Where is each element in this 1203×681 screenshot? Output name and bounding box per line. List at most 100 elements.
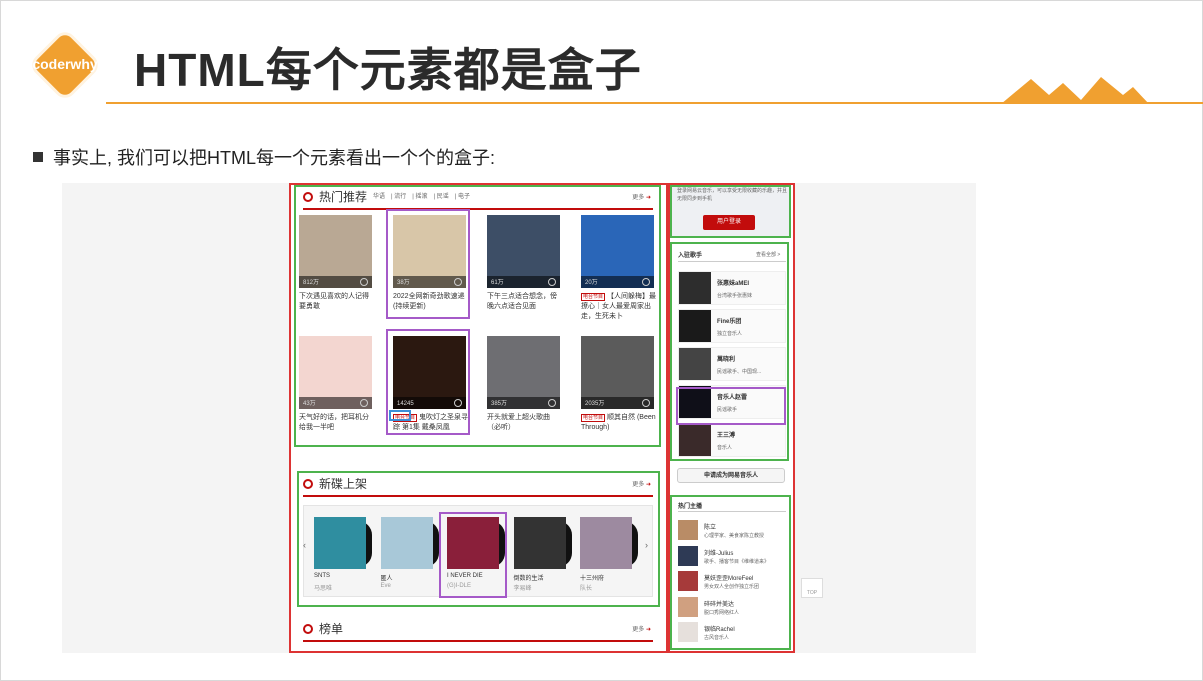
playlist-caption[interactable]: 天气好的话，把耳机分给我一半吧	[299, 413, 374, 433]
charts-more-link[interactable]: 更多 ➜	[632, 624, 651, 633]
play-icon[interactable]	[642, 399, 650, 407]
playlist-cover[interactable]: 2035万	[581, 336, 654, 409]
tab-minyao[interactable]: 民谣	[437, 194, 449, 200]
singers-more-link[interactable]: 查看全部 >	[756, 251, 780, 258]
album-title[interactable]: SNTS	[314, 573, 330, 579]
play-icon[interactable]	[548, 399, 556, 407]
hot-more-link[interactable]: 更多 ➜	[632, 192, 651, 201]
hot-tabs: 华语 | 流行 | 摇滚 | 民谣 | 电子	[373, 194, 471, 200]
play-icon[interactable]	[642, 278, 650, 286]
anchor-avatar[interactable]	[678, 571, 698, 591]
anchor-avatar[interactable]	[678, 622, 698, 642]
playlist-cover[interactable]: 20万	[581, 215, 654, 288]
singer-name[interactable]: 王三溥	[717, 430, 735, 439]
playlist-cover[interactable]: 385万	[487, 336, 560, 409]
singer-avatar[interactable]	[679, 272, 711, 304]
album-artist[interactable]: 队长	[580, 583, 592, 592]
playlist-caption[interactable]: 电台节目 顺其自然 (Been Through)	[581, 413, 656, 433]
charts-more-label: 更多	[632, 627, 645, 633]
album-title[interactable]: 匿人	[381, 573, 393, 582]
album-title[interactable]: 倒数的生活	[514, 573, 544, 582]
album-art[interactable]	[314, 517, 366, 569]
new-albums-header: 新碟上架 更多 ➜	[303, 475, 653, 497]
playlist-caption[interactable]: 开头就爱上超火歌曲（必听）	[487, 413, 562, 433]
album-art[interactable]	[513, 517, 566, 569]
anchor-name[interactable]: 银临Rachel	[704, 624, 735, 633]
login-button[interactable]: 用户登录	[703, 215, 755, 230]
anchor-item[interactable]: 陈立 心理学家、美食家陈立教授	[678, 520, 788, 542]
anchor-item[interactable]: 碎碎并美达 脱口秀网络红人	[678, 596, 788, 619]
singer-name[interactable]: Fine乐团	[717, 316, 741, 325]
singer-item[interactable]: Fine乐团 独立音乐人	[678, 309, 786, 343]
charts-header: 榜单 更多 ➜	[303, 620, 653, 642]
playlist-caption[interactable]: 电台节目 【人间躲梅】最撩心｜女人最爱周家出走，生死未卜	[581, 292, 656, 322]
playlist-title: 开头就爱上超火歌曲（必听）	[487, 414, 550, 431]
album-artist[interactable]: Eve	[381, 583, 391, 589]
new-albums-more-link[interactable]: 更多 ➜	[632, 479, 651, 488]
play-count: 61万	[491, 280, 504, 286]
apply-musician-button[interactable]: 申请成为网易音乐人	[677, 468, 785, 483]
back-to-top-button[interactable]: TOP	[801, 578, 823, 598]
singer-avatar[interactable]	[679, 348, 711, 380]
anchor-desc: 男女双人全创作独立乐团	[704, 584, 760, 590]
play-count: 43万	[303, 401, 316, 407]
singer-name[interactable]: 萬晓利	[717, 354, 735, 363]
tab-liuxing[interactable]: 流行	[394, 194, 406, 200]
play-icon[interactable]	[548, 278, 556, 286]
anchor-avatar[interactable]	[678, 520, 698, 540]
anchor-avatar[interactable]	[678, 545, 698, 566]
tab-yaogun[interactable]: 摇滚	[416, 194, 428, 200]
singer-desc: 独立音乐人	[717, 331, 743, 337]
playlist-cover[interactable]: 43万	[299, 336, 372, 409]
section-circle-icon	[303, 624, 313, 634]
bullet-square-icon	[33, 152, 43, 162]
arrow-right-icon: ➜	[645, 627, 651, 633]
radio-tag: 电台节目	[581, 414, 606, 422]
highlight-purple-singer	[676, 387, 786, 425]
singer-avatar[interactable]	[679, 424, 711, 456]
album-title[interactable]: 十三州府	[580, 573, 604, 582]
anchor-name[interactable]: 莫妖歪歪MoreFeel	[704, 573, 753, 582]
singer-item[interactable]: 张惠妹aMEI 台湾歌手张惠妹	[678, 271, 786, 305]
anchor-name[interactable]: 碎碎并美达	[704, 599, 734, 608]
highlight-purple-album	[439, 512, 507, 598]
singer-avatar[interactable]	[679, 310, 711, 342]
album-art[interactable]	[380, 517, 433, 569]
section-circle-icon	[303, 192, 313, 202]
singer-desc: 民谣歌手、中国现...	[717, 369, 762, 375]
playlist-caption[interactable]: 下午三点适合想念，傍晚六点适合见面	[487, 292, 562, 312]
play-icon[interactable]	[360, 399, 368, 407]
charts-heading: 榜单	[319, 622, 344, 636]
anchor-item[interactable]: 刘维-Julius 歌手、播客节目《维维道来》	[678, 545, 788, 568]
anchor-item[interactable]: 莫妖歪歪MoreFeel 男女双人全创作独立乐团	[678, 571, 788, 593]
singer-item[interactable]: 王三溥 音乐人	[678, 423, 786, 457]
slide-title: HTML每个元素都是盒子	[134, 44, 642, 96]
arrow-right-icon: ➜	[645, 195, 651, 201]
album-artist[interactable]: 马思唯	[314, 583, 332, 592]
anchor-avatar[interactable]	[678, 596, 698, 617]
highlight-blue-tag	[389, 410, 411, 421]
section-circle-icon	[303, 479, 313, 489]
carousel-next-icon[interactable]: ›	[645, 540, 648, 550]
singer-item[interactable]: 萬晓利民谣歌手、中国现...	[678, 347, 786, 381]
playlist-title: 下次遇见喜欢的人记得要勇敢	[299, 293, 369, 310]
anchor-name[interactable]: 陈立	[704, 522, 716, 531]
album-art[interactable]	[580, 517, 632, 569]
new-albums-more-label: 更多	[632, 482, 645, 488]
anchor-name[interactable]: 刘维-Julius	[704, 548, 733, 557]
playlist-caption[interactable]: 下次遇见喜欢的人记得要勇敢	[299, 292, 374, 312]
embedded-screenshot: 热门推荐 华语 | 流行 | 摇滚 | 民谣 | 电子 更多 ➜ 812万 下次遇见喜欢的…	[62, 183, 976, 653]
carousel-prev-icon[interactable]: ‹	[303, 540, 306, 550]
singer-name[interactable]: 张惠妹aMEI	[717, 278, 749, 287]
playlist-title: 天气好的话，把耳机分给我一半吧	[299, 414, 369, 431]
play-count: 2035万	[585, 401, 605, 407]
playlist-cover[interactable]: 812万	[299, 215, 372, 288]
bullet-text: 事实上, 我们可以把HTML每一个元素看出一个个的盒子:	[53, 148, 495, 168]
divider	[678, 511, 786, 512]
tab-dianzi[interactable]: 电子	[458, 194, 470, 200]
tab-huayu[interactable]: 华语	[373, 194, 385, 200]
playlist-cover[interactable]: 61万	[487, 215, 560, 288]
play-icon[interactable]	[360, 278, 368, 286]
album-artist[interactable]: 李易峰	[514, 583, 532, 592]
anchor-item[interactable]: 银临Rachel 古风音乐人	[678, 622, 788, 644]
